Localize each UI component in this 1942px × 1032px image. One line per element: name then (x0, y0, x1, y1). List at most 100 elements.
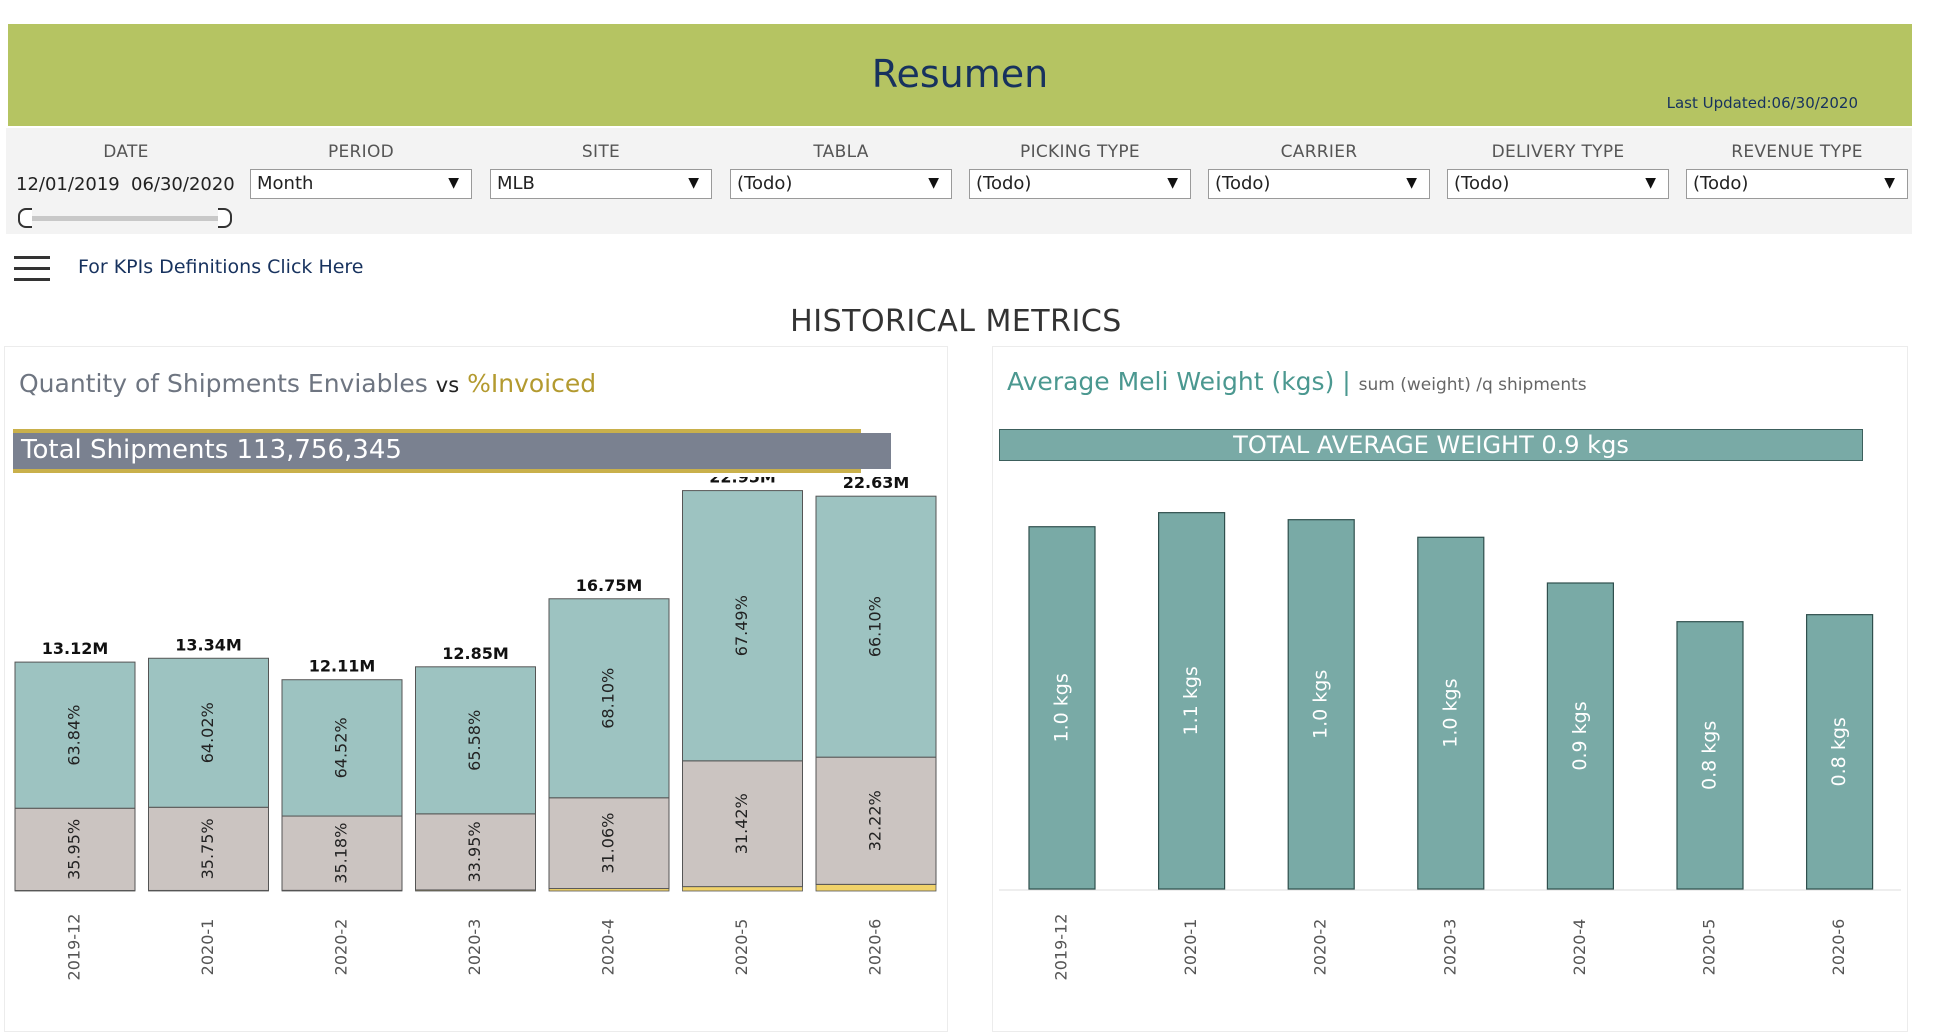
bar-total-label: 22.95M (709, 477, 776, 487)
page-title: Resumen (871, 52, 1049, 96)
invoiced-pct-label: 68.10% (599, 668, 618, 729)
x-tick-label: 2020-1 (198, 919, 217, 976)
bar-segment-other (815, 883, 937, 892)
header-banner: Resumen Last Updated:06/30/2020 (8, 24, 1912, 126)
date-range-slider[interactable] (24, 216, 224, 221)
carrier-value: (Todo) (1215, 173, 1271, 194)
weight-value-label: 1.0 kgs (1310, 670, 1332, 739)
x-tick-label: 2020-6 (1829, 919, 1848, 976)
not-invoiced-pct-label: 31.06% (599, 813, 618, 874)
dropdown-arrow-icon: ▼ (688, 175, 699, 191)
last-updated: Last Updated:06/30/2020 (1666, 94, 1858, 112)
title-weight: Average Meli Weight (kgs) (1007, 367, 1335, 396)
x-tick-label: 2020-3 (465, 919, 484, 976)
bar-total-label: 13.12M (42, 639, 109, 658)
weight-value-label: 0.8 kgs (1828, 717, 1850, 786)
invoiced-pct-label: 63.84% (65, 705, 84, 766)
revenue-type-dropdown[interactable]: (Todo) ▼ (1686, 169, 1908, 199)
kpi-definitions-link[interactable]: For KPIs Definitions Click Here (78, 256, 364, 278)
weight-bar-chart: 1.0 kgs 2019-12 1.1 kgs 2020-1 1.0 kgs 2020-2… (999, 512, 1901, 981)
dropdown-arrow-icon: ▼ (1406, 175, 1417, 191)
x-tick-label: 2020-4 (599, 919, 618, 976)
bar-total-label: 13.34M (175, 635, 242, 654)
period-filter-label: PERIOD (327, 142, 395, 162)
not-invoiced-pct-label: 35.75% (198, 818, 217, 879)
bar-total-label: 22.63M (843, 477, 910, 492)
weight-value-label: 0.8 kgs (1699, 721, 1721, 790)
total-shipments-bar: Total Shipments 113,756,345 (13, 433, 891, 469)
x-tick-label: 2020-5 (1700, 919, 1719, 976)
site-dropdown[interactable]: MLB ▼ (490, 169, 712, 199)
not-invoiced-pct-label: 31.42% (732, 793, 751, 854)
carrier-dropdown[interactable]: (Todo) ▼ (1208, 169, 1430, 199)
picking-type-dropdown[interactable]: (Todo) ▼ (969, 169, 1191, 199)
weight-chart-title: Average Meli Weight (kgs) | sum (weight)… (1007, 367, 1587, 396)
weight-value-label: 0.9 kgs (1569, 701, 1591, 770)
period-value: Month (257, 173, 314, 194)
title-invoiced: %Invoiced (467, 369, 597, 398)
date-filter-label: DATE (103, 142, 149, 162)
not-invoiced-pct-label: 35.95% (65, 819, 84, 880)
delivery-type-value: (Todo) (1454, 173, 1510, 194)
revenue-type-value: (Todo) (1693, 173, 1749, 194)
picking-type-value: (Todo) (976, 173, 1032, 194)
section-title: HISTORICAL METRICS (790, 304, 1122, 339)
date-start[interactable]: 12/01/2019 (16, 174, 120, 195)
title-subtitle: sum (weight) /q shipments (1358, 375, 1587, 395)
tabla-dropdown[interactable]: (Todo) ▼ (730, 169, 952, 199)
picking-type-filter-label: PICKING TYPE (1020, 142, 1140, 162)
shipments-chart-title: Quantity of Shipments Enviables vs %Invo… (19, 369, 596, 398)
dropdown-arrow-icon: ▼ (928, 175, 939, 191)
x-tick-label: 2020-5 (732, 919, 751, 976)
dropdown-arrow-icon: ▼ (1167, 175, 1178, 191)
period-dropdown[interactable]: Month ▼ (250, 169, 472, 199)
x-tick-label: 2019-12 (65, 914, 84, 981)
site-value: MLB (497, 173, 535, 194)
bar-segment-other (682, 886, 803, 892)
x-tick-label: 2020-1 (1181, 919, 1200, 976)
dropdown-arrow-icon: ▼ (448, 175, 459, 191)
revenue-type-filter-label: REVENUE TYPE (1731, 142, 1863, 162)
total-average-weight-bar: TOTAL AVERAGE WEIGHT 0.9 kgs (999, 429, 1863, 461)
site-filter-label: SITE (581, 142, 621, 162)
invoiced-pct-label: 64.52% (332, 717, 351, 778)
tabla-filter-label: TABLA (813, 142, 869, 162)
invoiced-pct-label: 64.02% (198, 702, 217, 763)
weight-panel: Average Meli Weight (kgs) | sum (weight)… (992, 346, 1908, 1032)
not-invoiced-pct-label: 35.18% (332, 823, 351, 884)
x-tick-label: 2019-12 (1052, 914, 1071, 981)
x-tick-label: 2020-6 (866, 919, 885, 976)
bar-total-label: 12.85M (442, 644, 509, 663)
title-shipments: Quantity of Shipments Enviables (19, 369, 428, 398)
hamburger-icon[interactable] (14, 256, 50, 282)
slider-end-handle[interactable] (218, 208, 232, 228)
bar-total-label: 16.75M (576, 576, 643, 595)
weight-value-label: 1.0 kgs (1439, 679, 1461, 748)
slider-start-handle[interactable] (18, 208, 32, 228)
weight-value-label: 1.0 kgs (1051, 673, 1073, 742)
carrier-filter-label: CARRIER (1280, 142, 1358, 162)
dashboard: { "header": { "title": "Resumen", "last_… (0, 0, 1942, 1032)
weight-value-label: 1.1 kgs (1180, 666, 1202, 735)
x-tick-label: 2020-4 (1570, 919, 1589, 976)
dropdown-arrow-icon: ▼ (1884, 175, 1895, 191)
not-invoiced-pct-label: 33.95% (465, 821, 484, 882)
bar-total-label: 12.11M (309, 657, 376, 676)
x-tick-label: 2020-3 (1440, 919, 1459, 976)
delivery-type-filter-label: DELIVERY TYPE (1491, 142, 1625, 162)
invoiced-pct-label: 65.58% (465, 710, 484, 771)
filter-bar: DATE 12/01/2019 06/30/2020 PERIOD Month ▼… (6, 128, 1912, 234)
title-vs: vs (435, 373, 460, 397)
invoiced-pct-label: 67.49% (732, 595, 751, 656)
x-tick-label: 2020-2 (332, 919, 351, 976)
shipments-panel: Quantity of Shipments Enviables vs %Invo… (4, 346, 948, 1032)
invoiced-pct-label: 66.10% (866, 596, 885, 657)
x-tick-label: 2020-2 (1311, 919, 1330, 976)
tabla-value: (Todo) (737, 173, 793, 194)
date-end[interactable]: 06/30/2020 (131, 174, 235, 195)
not-invoiced-pct-label: 32.22% (866, 790, 885, 851)
delivery-type-dropdown[interactable]: (Todo) ▼ (1447, 169, 1669, 199)
dropdown-arrow-icon: ▼ (1645, 175, 1656, 191)
title-separator: | (1342, 367, 1351, 396)
shipments-stacked-bar-chart: 63.84% 35.95% 13.12M 2019-12 64.02% 35.75% 13.… (14, 477, 937, 981)
